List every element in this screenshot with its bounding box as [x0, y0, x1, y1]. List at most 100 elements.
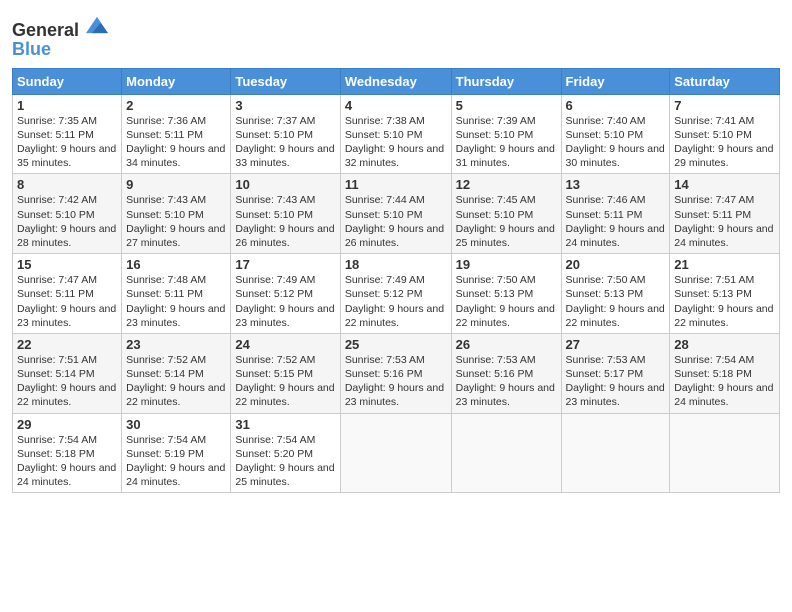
day-info: Sunrise: 7:45 AMSunset: 5:10 PMDaylight:… — [456, 194, 555, 249]
day-info: Sunrise: 7:53 AMSunset: 5:16 PMDaylight:… — [456, 354, 555, 409]
calendar-cell: 14 Sunrise: 7:47 AMSunset: 5:11 PMDaylig… — [670, 174, 780, 254]
day-info: Sunrise: 7:37 AMSunset: 5:10 PMDaylight:… — [235, 115, 334, 170]
calendar-cell: 28 Sunrise: 7:54 AMSunset: 5:18 PMDaylig… — [670, 333, 780, 413]
calendar-cell — [340, 413, 451, 493]
calendar-cell: 2 Sunrise: 7:36 AMSunset: 5:11 PMDayligh… — [122, 94, 231, 174]
logo-text: General — [12, 14, 108, 41]
day-number: 9 — [126, 177, 226, 192]
day-info: Sunrise: 7:53 AMSunset: 5:16 PMDaylight:… — [345, 354, 444, 409]
day-header-sunday: Sunday — [13, 68, 122, 94]
day-number: 15 — [17, 257, 117, 272]
day-number: 11 — [345, 177, 447, 192]
day-number: 30 — [126, 417, 226, 432]
calendar-cell: 9 Sunrise: 7:43 AMSunset: 5:10 PMDayligh… — [122, 174, 231, 254]
day-number: 26 — [456, 337, 557, 352]
day-info: Sunrise: 7:35 AMSunset: 5:11 PMDaylight:… — [17, 115, 116, 170]
calendar-cell: 6 Sunrise: 7:40 AMSunset: 5:10 PMDayligh… — [561, 94, 670, 174]
day-info: Sunrise: 7:52 AMSunset: 5:14 PMDaylight:… — [126, 354, 225, 409]
day-number: 18 — [345, 257, 447, 272]
day-info: Sunrise: 7:38 AMSunset: 5:10 PMDaylight:… — [345, 115, 444, 170]
day-header-friday: Friday — [561, 68, 670, 94]
day-info: Sunrise: 7:43 AMSunset: 5:10 PMDaylight:… — [235, 194, 334, 249]
day-number: 28 — [674, 337, 775, 352]
calendar-table: SundayMondayTuesdayWednesdayThursdayFrid… — [12, 68, 780, 493]
day-number: 8 — [17, 177, 117, 192]
day-number: 16 — [126, 257, 226, 272]
calendar-header-row: SundayMondayTuesdayWednesdayThursdayFrid… — [13, 68, 780, 94]
day-info: Sunrise: 7:46 AMSunset: 5:11 PMDaylight:… — [566, 194, 665, 249]
logo-icon — [86, 14, 108, 36]
calendar-cell: 1 Sunrise: 7:35 AMSunset: 5:11 PMDayligh… — [13, 94, 122, 174]
day-info: Sunrise: 7:52 AMSunset: 5:15 PMDaylight:… — [235, 354, 334, 409]
header: General Blue — [12, 10, 780, 60]
day-number: 2 — [126, 98, 226, 113]
day-number: 13 — [566, 177, 666, 192]
calendar-cell: 25 Sunrise: 7:53 AMSunset: 5:16 PMDaylig… — [340, 333, 451, 413]
day-number: 20 — [566, 257, 666, 272]
day-number: 7 — [674, 98, 775, 113]
calendar-cell: 19 Sunrise: 7:50 AMSunset: 5:13 PMDaylig… — [451, 254, 561, 334]
calendar-cell: 7 Sunrise: 7:41 AMSunset: 5:10 PMDayligh… — [670, 94, 780, 174]
day-info: Sunrise: 7:54 AMSunset: 5:18 PMDaylight:… — [17, 434, 116, 489]
day-header-monday: Monday — [122, 68, 231, 94]
calendar-cell: 23 Sunrise: 7:52 AMSunset: 5:14 PMDaylig… — [122, 333, 231, 413]
day-number: 29 — [17, 417, 117, 432]
calendar-cell: 16 Sunrise: 7:48 AMSunset: 5:11 PMDaylig… — [122, 254, 231, 334]
calendar-week-5: 29 Sunrise: 7:54 AMSunset: 5:18 PMDaylig… — [13, 413, 780, 493]
day-number: 1 — [17, 98, 117, 113]
calendar-cell: 15 Sunrise: 7:47 AMSunset: 5:11 PMDaylig… — [13, 254, 122, 334]
calendar-cell: 22 Sunrise: 7:51 AMSunset: 5:14 PMDaylig… — [13, 333, 122, 413]
day-number: 21 — [674, 257, 775, 272]
calendar-cell: 11 Sunrise: 7:44 AMSunset: 5:10 PMDaylig… — [340, 174, 451, 254]
day-info: Sunrise: 7:49 AMSunset: 5:12 PMDaylight:… — [345, 274, 444, 329]
day-info: Sunrise: 7:48 AMSunset: 5:11 PMDaylight:… — [126, 274, 225, 329]
calendar-cell: 20 Sunrise: 7:50 AMSunset: 5:13 PMDaylig… — [561, 254, 670, 334]
calendar-cell: 29 Sunrise: 7:54 AMSunset: 5:18 PMDaylig… — [13, 413, 122, 493]
main-container: General Blue SundayMondayTuesdayWed — [0, 0, 792, 503]
day-number: 27 — [566, 337, 666, 352]
day-info: Sunrise: 7:39 AMSunset: 5:10 PMDaylight:… — [456, 115, 555, 170]
day-info: Sunrise: 7:50 AMSunset: 5:13 PMDaylight:… — [456, 274, 555, 329]
day-number: 10 — [235, 177, 335, 192]
day-info: Sunrise: 7:47 AMSunset: 5:11 PMDaylight:… — [674, 194, 773, 249]
day-info: Sunrise: 7:54 AMSunset: 5:18 PMDaylight:… — [674, 354, 773, 409]
day-info: Sunrise: 7:54 AMSunset: 5:19 PMDaylight:… — [126, 434, 225, 489]
calendar-cell: 3 Sunrise: 7:37 AMSunset: 5:10 PMDayligh… — [231, 94, 340, 174]
calendar-cell — [451, 413, 561, 493]
day-header-saturday: Saturday — [670, 68, 780, 94]
day-number: 23 — [126, 337, 226, 352]
day-info: Sunrise: 7:54 AMSunset: 5:20 PMDaylight:… — [235, 434, 334, 489]
day-number: 19 — [456, 257, 557, 272]
calendar-cell: 4 Sunrise: 7:38 AMSunset: 5:10 PMDayligh… — [340, 94, 451, 174]
calendar-week-2: 8 Sunrise: 7:42 AMSunset: 5:10 PMDayligh… — [13, 174, 780, 254]
calendar-cell: 24 Sunrise: 7:52 AMSunset: 5:15 PMDaylig… — [231, 333, 340, 413]
day-header-tuesday: Tuesday — [231, 68, 340, 94]
calendar-week-1: 1 Sunrise: 7:35 AMSunset: 5:11 PMDayligh… — [13, 94, 780, 174]
day-info: Sunrise: 7:51 AMSunset: 5:14 PMDaylight:… — [17, 354, 116, 409]
calendar-cell: 13 Sunrise: 7:46 AMSunset: 5:11 PMDaylig… — [561, 174, 670, 254]
day-number: 25 — [345, 337, 447, 352]
day-info: Sunrise: 7:53 AMSunset: 5:17 PMDaylight:… — [566, 354, 665, 409]
calendar-cell: 21 Sunrise: 7:51 AMSunset: 5:13 PMDaylig… — [670, 254, 780, 334]
day-info: Sunrise: 7:42 AMSunset: 5:10 PMDaylight:… — [17, 194, 116, 249]
day-number: 22 — [17, 337, 117, 352]
calendar-week-3: 15 Sunrise: 7:47 AMSunset: 5:11 PMDaylig… — [13, 254, 780, 334]
day-number: 24 — [235, 337, 335, 352]
calendar-cell: 17 Sunrise: 7:49 AMSunset: 5:12 PMDaylig… — [231, 254, 340, 334]
calendar-cell — [561, 413, 670, 493]
logo-blue: Blue — [12, 39, 51, 60]
day-header-wednesday: Wednesday — [340, 68, 451, 94]
day-info: Sunrise: 7:50 AMSunset: 5:13 PMDaylight:… — [566, 274, 665, 329]
logo: General Blue — [12, 14, 108, 60]
calendar-week-4: 22 Sunrise: 7:51 AMSunset: 5:14 PMDaylig… — [13, 333, 780, 413]
calendar-cell: 5 Sunrise: 7:39 AMSunset: 5:10 PMDayligh… — [451, 94, 561, 174]
day-info: Sunrise: 7:44 AMSunset: 5:10 PMDaylight:… — [345, 194, 444, 249]
day-number: 14 — [674, 177, 775, 192]
day-number: 4 — [345, 98, 447, 113]
day-number: 3 — [235, 98, 335, 113]
day-info: Sunrise: 7:40 AMSunset: 5:10 PMDaylight:… — [566, 115, 665, 170]
calendar-cell: 10 Sunrise: 7:43 AMSunset: 5:10 PMDaylig… — [231, 174, 340, 254]
day-info: Sunrise: 7:51 AMSunset: 5:13 PMDaylight:… — [674, 274, 773, 329]
calendar-cell — [670, 413, 780, 493]
day-number: 5 — [456, 98, 557, 113]
